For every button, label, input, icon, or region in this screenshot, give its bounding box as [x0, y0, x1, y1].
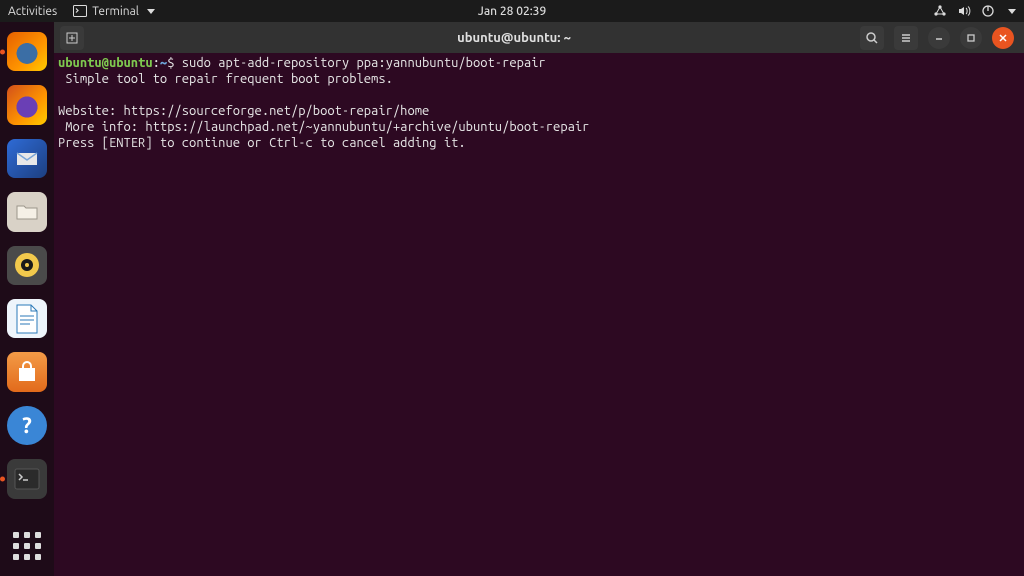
chevron-down-icon[interactable]: [1008, 9, 1016, 14]
terminal-icon: [14, 468, 40, 490]
maximize-icon: [966, 33, 976, 43]
minimize-icon: [934, 33, 944, 43]
new-tab-button[interactable]: [60, 26, 84, 50]
terminal-output-line: Simple tool to repair frequent boot prob…: [58, 72, 393, 86]
bag-icon: [15, 361, 39, 383]
terminal-command: sudo apt-add-repository ppa:yannubuntu/b…: [182, 56, 546, 70]
window-title: ubuntu@ubuntu: ~: [180, 31, 848, 45]
folder-icon: [15, 202, 39, 222]
app-menu[interactable]: Terminal: [73, 5, 155, 18]
window-titlebar[interactable]: ubuntu@ubuntu: ~: [54, 22, 1024, 53]
network-icon[interactable]: [933, 4, 947, 18]
terminal-body[interactable]: ubuntu@ubuntu:~$ sudo apt-add-repository…: [54, 53, 1024, 576]
activities-button[interactable]: Activities: [8, 5, 57, 18]
terminal-window: ubuntu@ubuntu: ~ ubuntu@ubuntu:~$ sudo a…: [54, 22, 1024, 576]
dock-item-files[interactable]: [7, 192, 47, 231]
terminal-icon: [73, 5, 87, 17]
close-button[interactable]: [992, 27, 1014, 49]
volume-icon[interactable]: [957, 4, 971, 18]
speaker-icon: [13, 251, 41, 279]
clock[interactable]: Jan 28 02:39: [478, 5, 546, 18]
dock-item-firefox2[interactable]: [7, 85, 47, 124]
app-menu-label: Terminal: [92, 5, 139, 18]
dock-item-firefox[interactable]: [7, 32, 47, 71]
prompt-user-host: ubuntu@ubuntu: [58, 56, 153, 70]
dock-item-help[interactable]: ?: [7, 406, 47, 445]
menu-button[interactable]: [894, 26, 918, 50]
terminal-output-line: Website: https://sourceforge.net/p/boot-…: [58, 104, 429, 118]
search-button[interactable]: [860, 26, 884, 50]
top-bar: Activities Terminal Jan 28 02:39: [0, 0, 1024, 22]
minimize-button[interactable]: [928, 27, 950, 49]
close-icon: [998, 33, 1008, 43]
search-icon: [865, 31, 879, 45]
terminal-output-line: Press [ENTER] to continue or Ctrl-c to c…: [58, 136, 466, 150]
dock-item-thunderbird[interactable]: [7, 139, 47, 178]
chevron-down-icon: [147, 9, 155, 14]
terminal-output-line: More info: https://launchpad.net/~yannub…: [58, 120, 589, 134]
hamburger-icon: [899, 31, 913, 45]
prompt-sep: :: [153, 56, 160, 70]
document-icon: [14, 304, 40, 334]
new-tab-icon: [65, 31, 79, 45]
show-apps-button[interactable]: [7, 527, 47, 566]
dock-item-rhythmbox[interactable]: [7, 246, 47, 285]
dock: ?: [0, 22, 54, 576]
mail-icon: [16, 150, 38, 168]
prompt-dollar: $: [167, 56, 182, 70]
dock-item-terminal[interactable]: [7, 459, 47, 498]
power-icon[interactable]: [981, 4, 995, 18]
maximize-button[interactable]: [960, 27, 982, 49]
question-icon: ?: [22, 413, 32, 438]
dock-item-writer[interactable]: [7, 299, 47, 338]
dock-item-software[interactable]: [7, 352, 47, 391]
